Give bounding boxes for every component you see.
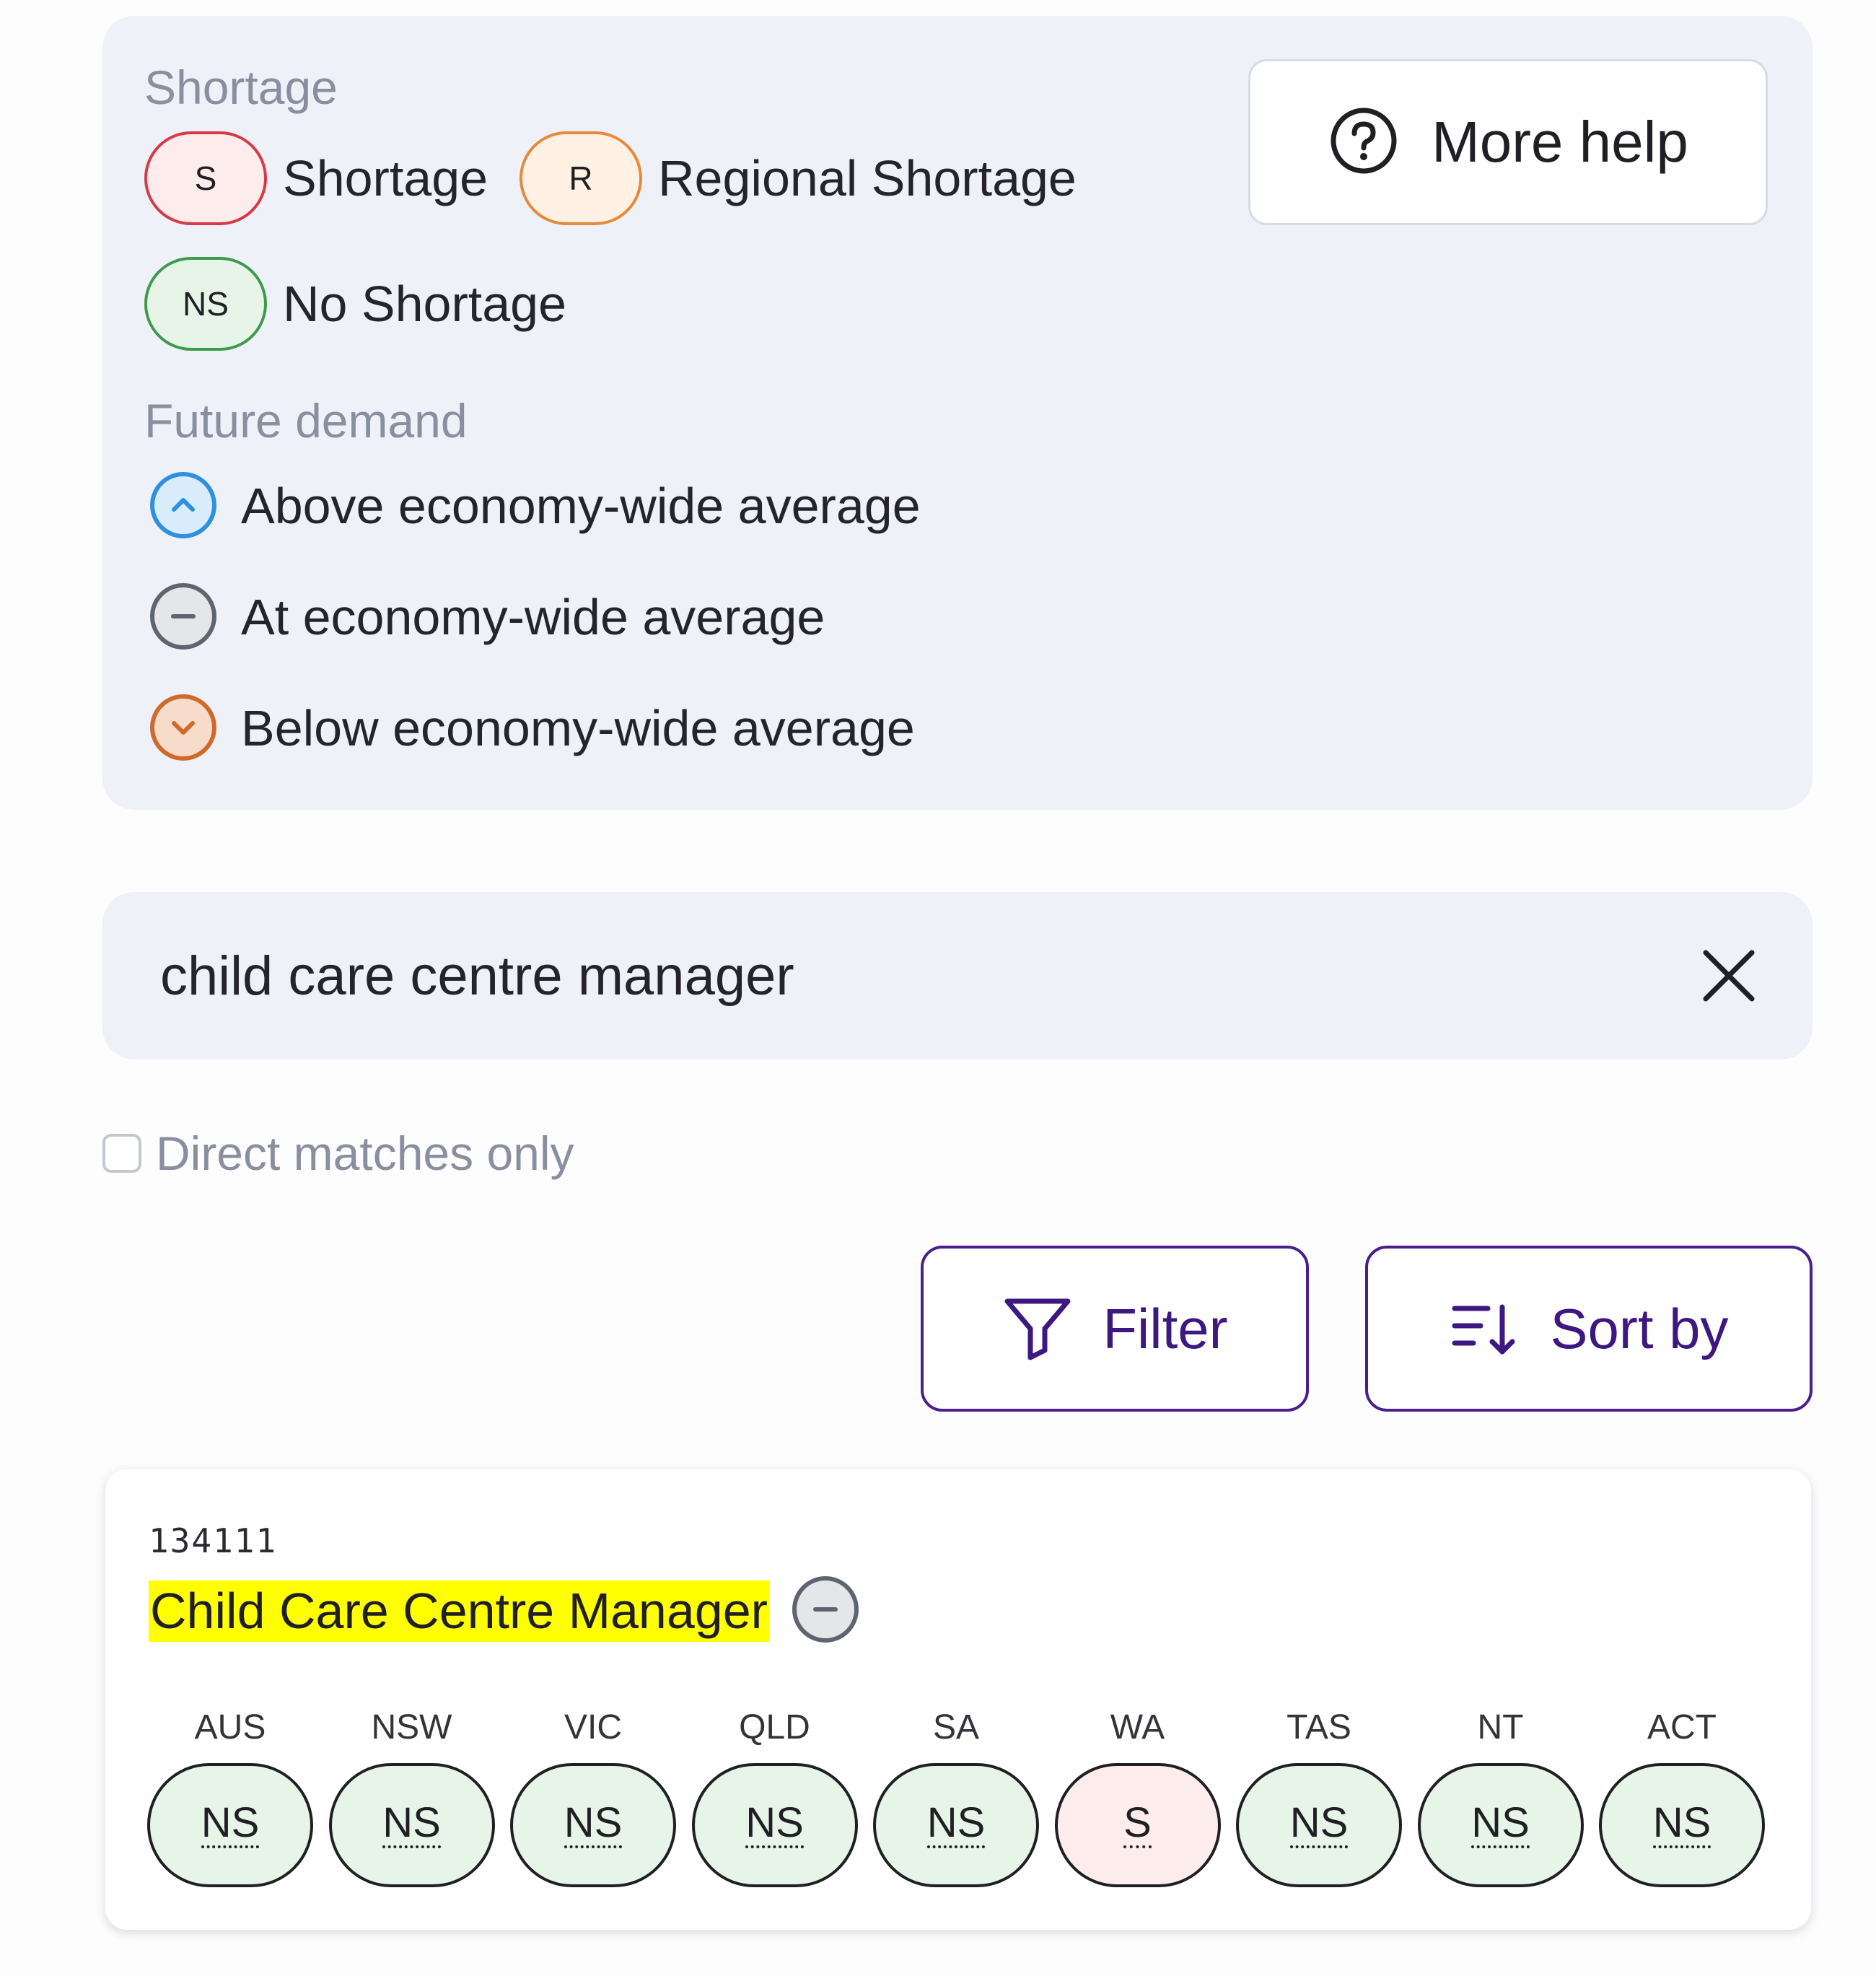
state-rating-code: NS [564, 1802, 623, 1848]
state-rating-code: NS [201, 1802, 260, 1848]
state-rating-pill[interactable]: NS [873, 1763, 1039, 1887]
chevron-up-icon [150, 472, 216, 538]
state-label: AUS [194, 1708, 266, 1747]
state-rating-code: S [1123, 1802, 1152, 1848]
state-rating-pill[interactable]: NS [1236, 1763, 1402, 1887]
filter-icon [1001, 1291, 1074, 1367]
filter-label: Filter [1103, 1296, 1228, 1360]
more-help-button[interactable]: More help [1248, 59, 1768, 225]
state-column-aus: AUS NS [147, 1708, 313, 1887]
result-card[interactable]: 134111 Child Care Centre Manager AUS NS NS… [105, 1469, 1811, 1930]
state-label: NSW [371, 1708, 452, 1747]
at-average-label: At economy-wide average [241, 589, 825, 645]
search-input[interactable] [160, 928, 1603, 1023]
state-rating-code: NS [1652, 1802, 1711, 1848]
shortage-heading: Shortage [144, 61, 338, 114]
state-column-wa: WA S [1054, 1708, 1221, 1887]
state-column-act: ACT NS [1599, 1708, 1765, 1887]
state-rating-code: NS [745, 1802, 804, 1848]
no-shortage-label: No Shortage [283, 276, 567, 332]
state-rating-code: NS [926, 1802, 986, 1848]
state-label: QLD [739, 1708, 810, 1747]
chevron-down-icon [150, 694, 216, 761]
direct-matches-option: Direct matches only [102, 1126, 574, 1181]
sort-label: Sort by [1550, 1296, 1729, 1360]
state-column-nt: NT NS [1417, 1708, 1584, 1887]
state-rating-pill[interactable]: S [1054, 1763, 1221, 1887]
state-label: VIC [564, 1708, 622, 1747]
sort-icon [1449, 1291, 1521, 1367]
state-label: SA [932, 1708, 980, 1747]
state-column-sa: SA NS [873, 1708, 1039, 1887]
state-rating-code: NS [382, 1802, 441, 1848]
sort-button[interactable]: Sort by [1365, 1246, 1813, 1412]
direct-matches-label[interactable]: Direct matches only [156, 1126, 574, 1181]
state-column-nsw: NSW NS [328, 1708, 495, 1887]
regional-pill-code: R [569, 159, 593, 197]
search-box [102, 892, 1813, 1059]
below-average-label: Below economy-wide average [241, 700, 915, 756]
state-rating-pill[interactable]: NS [1417, 1763, 1584, 1887]
state-rating-pill[interactable]: NS [691, 1763, 858, 1887]
question-circle-icon [1328, 105, 1400, 180]
state-rating-code: NS [1471, 1802, 1530, 1848]
state-column-qld: QLD NS [691, 1708, 858, 1887]
state-rating-pill[interactable]: NS [328, 1763, 495, 1887]
filter-button[interactable]: Filter [921, 1246, 1309, 1412]
future-demand-heading: Future demand [144, 394, 468, 447]
state-rating-code: NS [1289, 1802, 1349, 1848]
state-column-vic: VIC NS [510, 1708, 676, 1887]
more-help-label: More help [1432, 110, 1688, 174]
shortage-pill-code: S [194, 159, 217, 197]
state-rating-pill[interactable]: NS [1599, 1763, 1765, 1887]
above-average-label: Above economy-wide average [241, 478, 921, 534]
occupation-title[interactable]: Child Care Centre Manager [149, 1581, 769, 1642]
no-shortage-pill: NS [144, 257, 267, 351]
state-rating-pill[interactable]: NS [147, 1763, 313, 1887]
direct-matches-checkbox[interactable] [102, 1134, 141, 1173]
state-rating-pill[interactable]: NS [510, 1763, 676, 1887]
no-shortage-pill-code: NS [183, 285, 229, 323]
state-label: WA [1110, 1708, 1165, 1747]
state-label: NT [1477, 1708, 1524, 1747]
legend-panel: Shortage S Shortage R Regional Shortage … [102, 16, 1813, 810]
minus-icon [792, 1576, 859, 1643]
occupation-code: 134111 [149, 1521, 278, 1560]
regional-shortage-pill: R [520, 131, 642, 225]
regional-shortage-label: Regional Shortage [658, 150, 1077, 206]
minus-icon [150, 583, 216, 650]
shortage-label: Shortage [283, 150, 488, 206]
close-icon[interactable] [1693, 940, 1765, 1012]
shortage-pill: S [144, 131, 267, 225]
state-label: TAS [1287, 1708, 1351, 1747]
state-column-tas: TAS NS [1236, 1708, 1402, 1887]
state-label: ACT [1647, 1708, 1717, 1747]
